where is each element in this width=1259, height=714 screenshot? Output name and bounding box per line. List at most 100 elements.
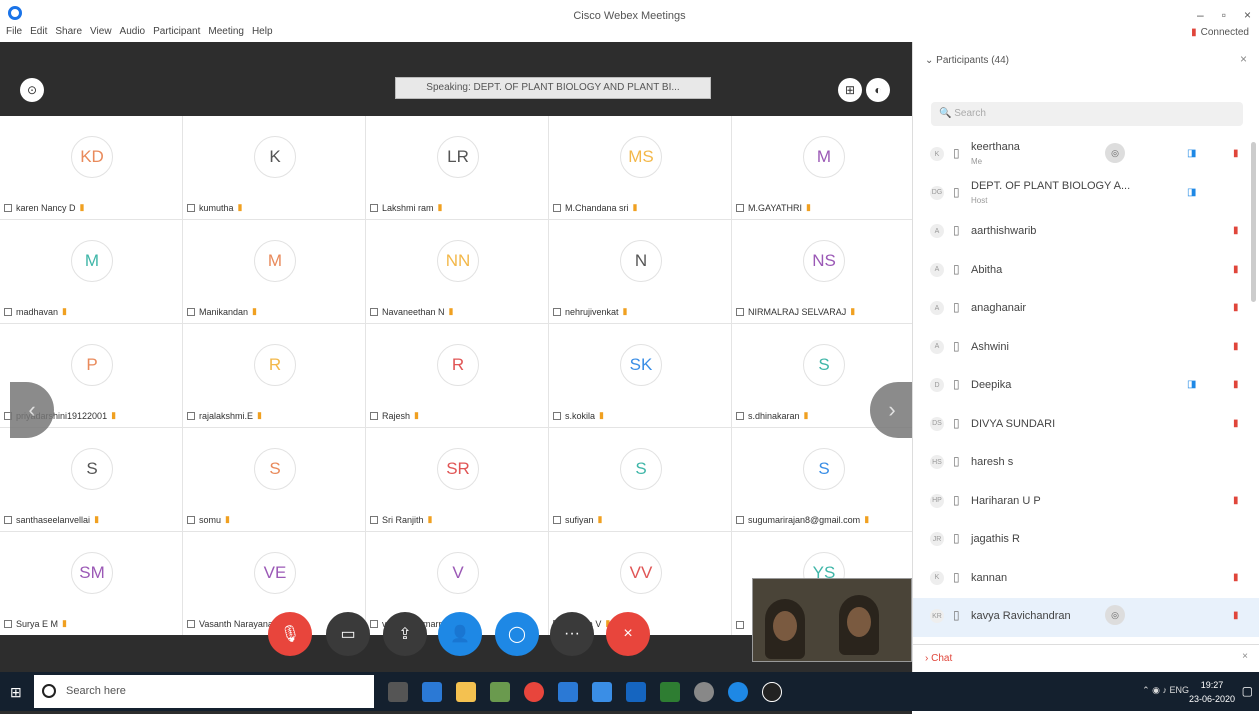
- participant-tile[interactable]: Nnehrujivenkat ▮: [549, 220, 731, 323]
- participant-row[interactable]: A ▯ Abitha ▮: [913, 252, 1259, 291]
- participant-tile[interactable]: R Rajesh ▮: [366, 324, 548, 427]
- participant-name: DIVYA SUNDARI: [971, 417, 1056, 430]
- menu-audio[interactable]: Audio: [120, 26, 146, 37]
- participant-tile[interactable]: Ssanthaseelanvellai ▮: [0, 428, 182, 531]
- participant-tile[interactable]: Ssugumarirajan8@gmail.com ▮: [732, 428, 914, 531]
- windows-start-icon[interactable]: ⊞: [10, 684, 22, 701]
- participants-button[interactable]: 👤: [438, 612, 482, 656]
- tile-name: santhaseelanvellai: [16, 514, 91, 525]
- meeting-info-icon[interactable]: ⊙: [20, 78, 44, 102]
- store-icon[interactable]: [456, 682, 476, 702]
- options-icon[interactable]: ◎: [1105, 143, 1125, 163]
- app-icon[interactable]: [660, 682, 680, 702]
- participant-row[interactable]: A ▯ anaghanair ▮: [913, 290, 1259, 329]
- microphone-muted-icon[interactable]: ▮: [1233, 418, 1239, 429]
- panel-close-icon[interactable]: ×: [1240, 52, 1247, 66]
- grid-view-icon[interactable]: ⊞: [838, 78, 862, 102]
- menu-participant[interactable]: Participant: [153, 26, 200, 37]
- participant-row[interactable]: HS ▯ haresh s: [913, 444, 1259, 483]
- app-icon[interactable]: [728, 682, 748, 702]
- close-button[interactable]: ×: [1244, 8, 1251, 22]
- participant-tile[interactable]: Ssomu ▮: [183, 428, 365, 531]
- avatar: NN: [437, 240, 479, 282]
- more-options-button[interactable]: ···: [550, 612, 594, 656]
- participant-search-input[interactable]: 🔍 Search: [931, 102, 1243, 126]
- microphone-muted-icon[interactable]: ▮: [1233, 148, 1239, 159]
- menu-file[interactable]: File: [6, 26, 22, 37]
- chat-section[interactable]: › Chat ×: [913, 644, 1259, 672]
- system-tray[interactable]: ⌃ ◉ ♪ ENG: [1142, 685, 1189, 696]
- participant-tile[interactable]: SM Surya E M ▮: [0, 532, 182, 635]
- layout-icon[interactable]: ◐: [866, 78, 890, 102]
- photos-icon[interactable]: [490, 682, 510, 702]
- webex-taskbar-icon[interactable]: [626, 682, 646, 702]
- menu-edit[interactable]: Edit: [30, 26, 47, 37]
- microphone-muted-icon[interactable]: ▮: [1233, 225, 1239, 236]
- participant-tile[interactable]: NS NIRMALRAJ SELVARAJ ▮: [732, 220, 914, 323]
- participant-tile[interactable]: LR Lakshmi ram ▮: [366, 116, 548, 219]
- participant-tile[interactable]: Rrajalakshmi.E ▮: [183, 324, 365, 427]
- participant-tile[interactable]: SR Sri Ranjith ▮: [366, 428, 548, 531]
- options-icon[interactable]: ◎: [1105, 605, 1125, 625]
- clock[interactable]: 19:27 23-06-2020: [1189, 678, 1235, 706]
- leave-meeting-button[interactable]: ×: [606, 612, 650, 656]
- chat-close-icon[interactable]: ×: [1242, 651, 1248, 662]
- participant-tile[interactable]: Kkumutha ▮: [183, 116, 365, 219]
- app-icon[interactable]: [762, 682, 782, 702]
- self-view-video[interactable]: [752, 578, 912, 662]
- app-icon[interactable]: [592, 682, 612, 702]
- menu-help[interactable]: Help: [252, 26, 273, 37]
- microphone-muted-icon[interactable]: ▮: [1233, 379, 1239, 390]
- microphone-muted-icon[interactable]: ▮: [1233, 572, 1239, 583]
- participant-tile[interactable]: MS M.Chandana sri ▮: [549, 116, 731, 219]
- microphone-muted-icon[interactable]: ▮: [1233, 264, 1239, 275]
- microphone-muted-icon[interactable]: ▮: [1233, 341, 1239, 352]
- taskbar-search-input[interactable]: Search here: [34, 675, 374, 708]
- device-icon: ▯: [953, 184, 960, 199]
- menu-share[interactable]: Share: [55, 26, 82, 37]
- notification-icon[interactable]: ▢: [1242, 684, 1253, 698]
- device-icon: ▯: [953, 377, 960, 391]
- participant-tile[interactable]: SK s.kokila ▮: [549, 324, 731, 427]
- connection-status[interactable]: ▮ Connected: [1191, 27, 1249, 38]
- microphone-muted-icon[interactable]: ▮: [1233, 610, 1239, 621]
- participant-row[interactable]: DS ▯ DIVYA SUNDARI ▮: [913, 406, 1259, 445]
- participant-scrollbar[interactable]: [1251, 142, 1256, 302]
- tile-name-label: NIRMALRAJ SELVARAJ ▮: [736, 306, 855, 317]
- participant-row[interactable]: K ▯ keerthana Me ◎ ◨ ▮: [913, 136, 1259, 175]
- participants-header[interactable]: ⌄ Participants (44): [925, 55, 1009, 66]
- participant-row[interactable]: JR ▯ jagathis R: [913, 521, 1259, 560]
- chrome-icon[interactable]: [524, 682, 544, 702]
- chat-button[interactable]: ◯: [495, 612, 539, 656]
- microphone-muted-icon: ▮: [806, 202, 811, 212]
- participant-tile[interactable]: M M.GAYATHRI ▮: [732, 116, 914, 219]
- participant-tile[interactable]: KD karen Nancy D ▮: [0, 116, 182, 219]
- participant-tile[interactable]: Ssufiyan ▮: [549, 428, 731, 531]
- stop-video-button[interactable]: ▭: [326, 612, 370, 656]
- share-button[interactable]: ⇪: [383, 612, 427, 656]
- microphone-muted-icon[interactable]: ▮: [1233, 302, 1239, 313]
- participant-tile[interactable]: M Manikandan ▮: [183, 220, 365, 323]
- settings-gear-icon[interactable]: [694, 682, 714, 702]
- participant-tile[interactable]: NN Navaneethan N ▮: [366, 220, 548, 323]
- participant-tile[interactable]: Mmadhavan ▮: [0, 220, 182, 323]
- participant-avatar: KR: [930, 609, 944, 623]
- participant-row[interactable]: A ▯ aarthishwarib ▮: [913, 213, 1259, 252]
- mail-icon[interactable]: [558, 682, 578, 702]
- participant-row[interactable]: DG ▯ DEPT. OF PLANT BIOLOGY A... Host ◨: [913, 175, 1259, 214]
- participant-row[interactable]: D ▯ Deepika ◨ ▮: [913, 367, 1259, 406]
- participant-row[interactable]: A ▯ Ashwini ▮: [913, 329, 1259, 368]
- menu-meeting[interactable]: Meeting: [208, 26, 244, 37]
- tile-name: Rajesh: [382, 410, 411, 421]
- maximize-button[interactable]: ▫: [1222, 8, 1226, 22]
- avatar: SR: [437, 448, 479, 490]
- task-view-icon[interactable]: [388, 682, 408, 702]
- mute-button[interactable]: 🎙: [268, 612, 312, 656]
- microphone-muted-icon[interactable]: ▮: [1233, 495, 1239, 506]
- participant-row[interactable]: K ▯ kannan ▮: [913, 560, 1259, 599]
- minimize-button[interactable]: –: [1197, 8, 1204, 22]
- menu-view[interactable]: View: [90, 26, 112, 37]
- edge-browser-icon[interactable]: [422, 682, 442, 702]
- participant-row[interactable]: HP ▯ Hariharan U P ▮: [913, 483, 1259, 522]
- participant-row[interactable]: KR ▯ kavya Ravichandran ◎ ▮: [913, 598, 1259, 637]
